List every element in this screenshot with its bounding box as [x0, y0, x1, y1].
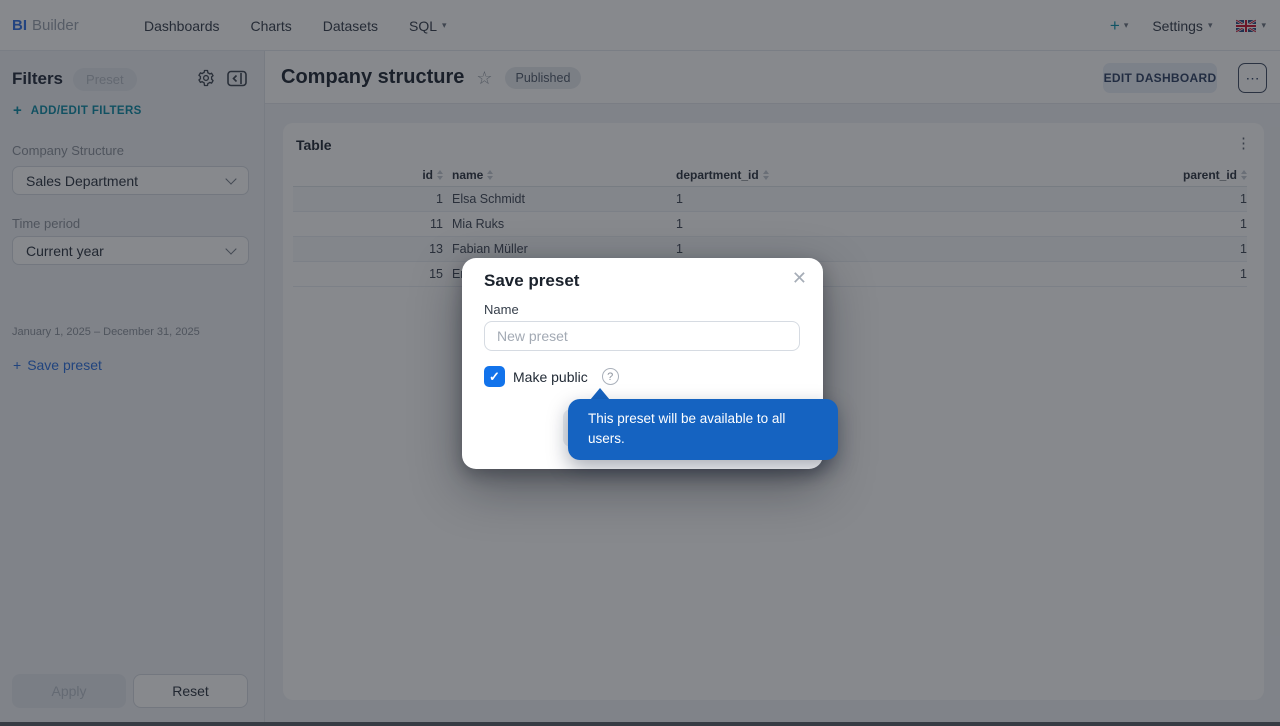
check-icon: ✓: [489, 368, 500, 384]
name-field-label: Name: [484, 302, 519, 317]
make-public-tooltip: This preset will be available to all use…: [568, 399, 838, 460]
close-icon[interactable]: ✕: [792, 268, 807, 289]
app-window: BI Builder Dashboards Charts Datasets SQ…: [0, 0, 1280, 726]
make-public-checkbox[interactable]: ✓: [484, 366, 505, 387]
preset-name-input[interactable]: [484, 321, 800, 351]
make-public-row: ✓ Make public ?: [484, 366, 619, 387]
modal-title: Save preset: [484, 271, 580, 290]
make-public-label: Make public: [513, 368, 588, 385]
help-question-icon[interactable]: ?: [601, 368, 619, 385]
